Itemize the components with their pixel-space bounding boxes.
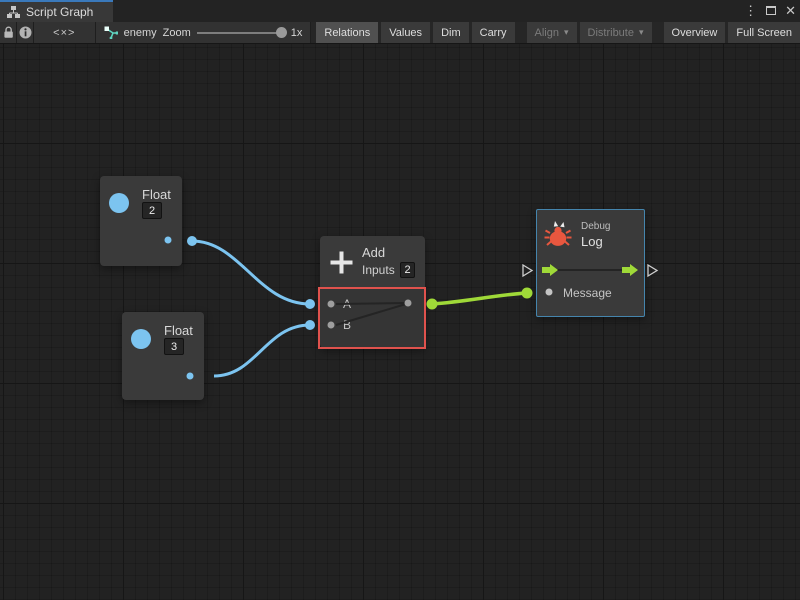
zoom-label: Zoom — [163, 27, 191, 39]
relations-button[interactable]: Relations — [316, 22, 378, 43]
bug-icon — [543, 219, 573, 249]
window-controls: ⋮ ✕ — [744, 0, 796, 22]
graph-asset-icon — [104, 26, 118, 39]
zoom-control: Zoom 1x — [163, 27, 303, 39]
full-screen-button[interactable]: Full Screen — [728, 22, 800, 43]
inputs-label: Inputs — [362, 263, 395, 277]
maximize-glyph — [766, 6, 776, 15]
window-menu-icon[interactable]: ⋮ — [744, 0, 757, 22]
chevron-down-icon: ▾ — [639, 27, 644, 38]
code-icon: <×> — [53, 27, 75, 39]
dim-button[interactable]: Dim — [433, 22, 469, 43]
lock-icon — [3, 26, 14, 39]
graph-breadcrumb-cell: enemy Zoom 1x — [96, 22, 312, 43]
port-label-message: Message — [563, 286, 612, 300]
graph-hierarchy-icon — [7, 6, 20, 18]
full-screen-label: Full Screen — [736, 27, 792, 39]
overview-label: Overview — [672, 27, 718, 39]
inputs-count-field[interactable]: 2 — [400, 262, 415, 278]
overview-button[interactable]: Overview — [664, 22, 726, 43]
distribute-label: Distribute — [588, 27, 634, 39]
node-title: Float — [142, 187, 171, 202]
code-view-button[interactable]: <×> — [34, 22, 96, 43]
toolbar-buttons: Relations Values Dim Carry Align ▾ Distr… — [316, 22, 800, 43]
title-bar: Script Graph ⋮ ✕ — [0, 0, 800, 22]
carry-label: Carry — [480, 27, 507, 39]
chevron-down-icon: ▾ — [564, 27, 569, 38]
distribute-dropdown[interactable]: Distribute ▾ — [580, 22, 652, 43]
node-title: Add — [362, 245, 385, 260]
node-title: Float — [164, 323, 193, 338]
carry-button[interactable]: Carry — [472, 22, 515, 43]
node-category: Debug — [581, 221, 610, 232]
zoom-slider[interactable] — [197, 32, 285, 34]
script-graph-window: Script Graph ⋮ ✕ <×> — [0, 0, 800, 600]
inspect-button[interactable] — [17, 22, 34, 43]
values-button[interactable]: Values — [381, 22, 430, 43]
float-value-field[interactable]: 2 — [142, 202, 162, 219]
float-value-field[interactable]: 3 — [164, 338, 184, 355]
float-type-icon — [131, 329, 151, 349]
node-float-1[interactable]: Float 2 — [100, 176, 182, 266]
values-label: Values — [389, 27, 422, 39]
graph-toolbar: <×> enemy Zoom 1x Relations Values Dim C… — [0, 22, 800, 44]
align-label: Align — [535, 27, 559, 39]
relations-label: Relations — [324, 27, 370, 39]
plus-icon — [329, 250, 354, 275]
maximize-icon[interactable] — [766, 0, 776, 22]
dim-label: Dim — [441, 27, 461, 39]
info-icon — [19, 26, 32, 39]
node-debug-log[interactable]: Debug Log Message — [536, 209, 645, 317]
node-float-2[interactable]: Float 3 — [122, 312, 204, 400]
tab-script-graph[interactable]: Script Graph — [0, 0, 113, 22]
node-title: Log — [581, 234, 603, 249]
tab-title: Script Graph — [26, 5, 93, 19]
float-type-icon — [109, 193, 129, 213]
zoom-slider-handle[interactable] — [276, 27, 287, 38]
zoom-value: 1x — [291, 27, 303, 39]
lock-button[interactable] — [0, 22, 17, 43]
align-dropdown[interactable]: Align ▾ — [527, 22, 577, 43]
close-icon[interactable]: ✕ — [785, 0, 796, 22]
red-selection-box — [318, 287, 426, 349]
graph-name[interactable]: enemy — [124, 27, 157, 39]
